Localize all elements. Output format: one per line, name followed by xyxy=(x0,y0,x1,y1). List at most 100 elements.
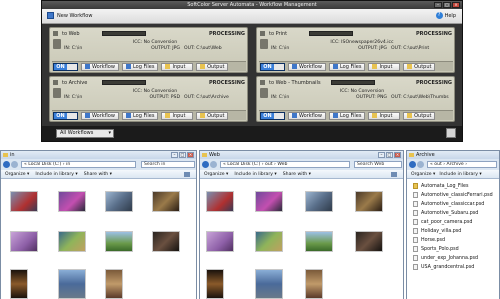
thumbnail[interactable] xyxy=(255,231,283,252)
workflow-button[interactable]: Workflow xyxy=(288,62,326,71)
close-button[interactable]: × xyxy=(394,152,401,158)
thumbnail[interactable] xyxy=(206,191,234,212)
workflow-header: to Web PROCESSING xyxy=(53,30,245,37)
out-path: OUT: C:\out\Web\Thumbs xyxy=(391,95,449,100)
thumbnail[interactable] xyxy=(10,231,38,252)
back-icon[interactable] xyxy=(409,161,416,168)
thumbnail[interactable] xyxy=(206,269,224,299)
thumbnail[interactable] xyxy=(305,191,333,212)
workflow-progress-bar xyxy=(331,80,375,85)
maximize-button[interactable]: □ xyxy=(179,152,186,158)
back-icon[interactable] xyxy=(202,161,209,168)
forward-icon[interactable] xyxy=(210,161,217,168)
thumbnail[interactable] xyxy=(255,269,283,299)
workflow-status: PROCESSING xyxy=(209,30,245,37)
on-off-toggle[interactable]: ON xyxy=(53,62,78,71)
view-options-icon[interactable] xyxy=(184,172,190,177)
workflow-header: to Archive PROCESSING xyxy=(53,79,245,86)
close-button[interactable]: × xyxy=(452,2,460,8)
thumbnail[interactable] xyxy=(152,231,180,252)
maximize-button[interactable]: □ xyxy=(386,152,393,158)
list-item[interactable]: under_exp_Johanna.psd xyxy=(413,254,478,262)
include-library-menu[interactable]: Include in library ▾ xyxy=(439,172,481,177)
window-controls: – □ × xyxy=(171,152,194,158)
list-item[interactable]: cat_poor_camera.psd xyxy=(413,218,472,226)
new-workflow-button[interactable]: New Workflow xyxy=(47,12,92,19)
thumbnail[interactable] xyxy=(105,269,123,299)
share-with-menu[interactable]: Share with ▾ xyxy=(84,172,112,177)
workflow-filter-select[interactable]: All Workflows ▾ xyxy=(56,129,114,138)
folder-icon xyxy=(165,64,171,69)
organize-menu[interactable]: Organize ▾ xyxy=(5,172,29,177)
list-item[interactable]: Holiday_villa.psd xyxy=(413,227,461,235)
workflow-button[interactable]: Workflow xyxy=(81,62,119,71)
minimize-button[interactable]: – xyxy=(378,152,385,158)
workflow-button[interactable]: Workflow xyxy=(288,111,326,120)
list-item[interactable]: Automotive_Subaru.psd xyxy=(413,209,478,217)
back-icon[interactable] xyxy=(3,161,10,168)
list-item[interactable]: Horse.psd xyxy=(413,236,445,244)
workflow-button[interactable]: Workflow xyxy=(81,111,119,120)
thumbnail[interactable] xyxy=(206,231,234,252)
thumbnail[interactable] xyxy=(105,231,133,252)
thumbnail[interactable] xyxy=(10,269,28,299)
thumbnail[interactable] xyxy=(255,191,283,212)
organize-menu[interactable]: Organize ▾ xyxy=(411,172,435,177)
thumbnail[interactable] xyxy=(10,191,38,212)
input-button[interactable]: Input xyxy=(368,111,401,120)
thumbnail[interactable] xyxy=(152,191,180,212)
include-library-menu[interactable]: Include in library ▾ xyxy=(35,172,77,177)
on-off-toggle[interactable]: ON xyxy=(260,111,285,120)
on-off-toggle[interactable]: ON xyxy=(53,111,78,120)
search-input[interactable]: Search in xyxy=(141,161,195,168)
workflow-panel-to-web-thumbnails: to Web - Thumbnails PROCESSING ICC: No C… xyxy=(256,76,455,122)
thumbnail[interactable] xyxy=(58,269,86,299)
thumbnail[interactable] xyxy=(305,231,333,252)
log-files-button[interactable]: Log Files xyxy=(328,111,366,120)
list-item[interactable]: USA_grandcentral.psd xyxy=(413,263,474,271)
address-bar[interactable]: « Local Disk (C:) › in xyxy=(21,161,136,168)
thumbnail[interactable] xyxy=(58,231,86,252)
log-files-button[interactable]: Log Files xyxy=(328,62,366,71)
maximize-button[interactable]: □ xyxy=(443,2,451,8)
list-item[interactable]: Sports_Polo.psd xyxy=(413,245,459,253)
input-button[interactable]: Input xyxy=(161,111,194,120)
include-library-menu[interactable]: Include in library ▾ xyxy=(234,172,276,177)
on-off-toggle[interactable]: ON xyxy=(260,62,285,71)
explorer-title: Archive xyxy=(407,151,499,159)
thumbnail[interactable] xyxy=(105,191,133,212)
close-button[interactable]: × xyxy=(187,152,194,158)
list-item[interactable]: Automotive_classiccar.psd xyxy=(413,200,484,208)
address-bar[interactable]: « out › Archive › xyxy=(427,161,497,168)
folder-icon xyxy=(372,64,378,69)
output-format: OUTPUT: JPG xyxy=(151,46,180,51)
search-input[interactable]: Search Web xyxy=(354,161,402,168)
input-button[interactable]: Input xyxy=(161,62,194,71)
output-button[interactable]: Output xyxy=(196,111,229,120)
share-with-menu[interactable]: Share with ▾ xyxy=(283,172,311,177)
organize-menu[interactable]: Organize ▾ xyxy=(204,172,228,177)
output-button[interactable]: Output xyxy=(403,62,436,71)
workflow-icon xyxy=(292,113,297,118)
log-files-button[interactable]: Log Files xyxy=(121,62,159,71)
thumbnail[interactable] xyxy=(58,191,86,212)
minimize-button[interactable]: – xyxy=(171,152,178,158)
list-item[interactable]: Automata_Log_Files xyxy=(413,182,468,190)
output-button[interactable]: Output xyxy=(403,111,436,120)
view-options-icon[interactable] xyxy=(391,172,397,177)
output-button[interactable]: Output xyxy=(196,62,229,71)
forward-icon[interactable] xyxy=(11,161,18,168)
minimize-button[interactable]: – xyxy=(434,2,442,8)
thumbnail[interactable] xyxy=(305,269,323,299)
help-button[interactable]: ? Help xyxy=(435,12,456,19)
log-files-button[interactable]: Log Files xyxy=(121,111,159,120)
list-item[interactable]: Automotive_classicFerrari.psd xyxy=(413,191,493,199)
thumbnail[interactable] xyxy=(355,231,383,252)
thumbnail[interactable] xyxy=(355,191,383,212)
trash-icon[interactable] xyxy=(446,128,456,138)
explorer-title: Web xyxy=(200,151,403,159)
forward-icon[interactable] xyxy=(417,161,424,168)
input-button[interactable]: Input xyxy=(368,62,401,71)
folder-icon xyxy=(372,113,378,118)
address-bar[interactable]: « Local Disk (C:) › out › Web xyxy=(220,161,350,168)
